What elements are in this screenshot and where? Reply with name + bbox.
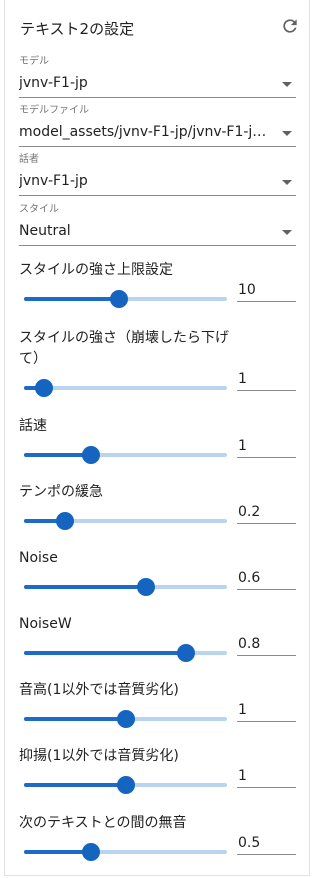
model-dropdown[interactable]: jvnv-F1-jp bbox=[19, 73, 296, 98]
silence-between-texts-input[interactable]: 0.5 bbox=[237, 833, 296, 855]
style-strength-limit-slider-block: スタイルの強さ上限設定 10 bbox=[19, 260, 299, 308]
style-strength-limit-label: スタイルの強さ上限設定 bbox=[19, 262, 173, 278]
style-dropdown[interactable]: Neutral bbox=[19, 221, 296, 246]
intonation-input[interactable]: 1 bbox=[237, 766, 296, 788]
silence-between-texts-label: 次のテキストとの間の無音 bbox=[19, 815, 187, 831]
refresh-icon[interactable] bbox=[280, 16, 300, 36]
model-file-value: model_assets/jvnv-F1-jp/jvnv-F1-jp_e160_… bbox=[19, 124, 274, 140]
noise-w-input[interactable]: 0.8 bbox=[237, 634, 296, 656]
speaker-select: 話者 jvnv-F1-jp bbox=[19, 153, 296, 196]
speed-input[interactable]: 1 bbox=[237, 436, 296, 458]
speed-slider-fill bbox=[24, 453, 91, 457]
intonation-slider-block: 抑揚(1以外では音質劣化) 1 bbox=[19, 746, 299, 794]
intonation-slider-thumb[interactable] bbox=[116, 776, 135, 794]
style-label: スタイル bbox=[19, 204, 59, 215]
model-select: モデル jvnv-F1-jp bbox=[19, 55, 296, 98]
intonation-slider-fill bbox=[24, 783, 126, 787]
style-strength-slider[interactable] bbox=[24, 379, 227, 397]
noise-slider-block: Noise 0.6 bbox=[19, 548, 299, 596]
caret-down-icon bbox=[282, 131, 292, 136]
style-strength-input[interactable]: 1 bbox=[237, 369, 296, 391]
noise-slider-fill bbox=[24, 585, 146, 589]
model-file-dropdown[interactable]: model_assets/jvnv-F1-jp/jvnv-F1-jp_e160_… bbox=[19, 122, 296, 147]
speed-slider-block: 話速 1 bbox=[19, 416, 299, 464]
noise-w-slider-block: NoiseW 0.8 bbox=[19, 614, 299, 662]
pitch-label: 音高(1以外では音質劣化) bbox=[19, 682, 179, 698]
noise-w-slider[interactable] bbox=[24, 644, 227, 662]
speaker-label: 話者 bbox=[19, 154, 39, 165]
panel-title: テキスト2の設定 bbox=[20, 20, 135, 38]
noise-label: Noise bbox=[19, 550, 58, 566]
noise-w-slider-fill bbox=[24, 651, 187, 655]
pitch-slider-block: 音高(1以外では音質劣化) 1 bbox=[19, 680, 299, 728]
model-value: jvnv-F1-jp bbox=[19, 75, 88, 91]
speaker-value: jvnv-F1-jp bbox=[19, 173, 88, 189]
caret-down-icon bbox=[282, 180, 292, 185]
tempo-easing-label: テンポの緩急 bbox=[19, 484, 103, 500]
noise-slider[interactable] bbox=[24, 578, 227, 596]
silence-between-texts-slider[interactable] bbox=[24, 843, 227, 861]
noise-input[interactable]: 0.6 bbox=[237, 568, 296, 590]
tempo-easing-slider-block: テンポの緩急 0.2 bbox=[19, 482, 299, 530]
pitch-input[interactable]: 1 bbox=[237, 700, 296, 722]
speed-slider[interactable] bbox=[24, 446, 227, 464]
model-file-label: モデルファイル bbox=[19, 105, 89, 116]
caret-down-icon bbox=[282, 82, 292, 87]
style-value: Neutral bbox=[19, 223, 71, 239]
intonation-label: 抑揚(1以外では音質劣化) bbox=[19, 748, 179, 764]
speed-slider-thumb[interactable] bbox=[81, 446, 100, 464]
tempo-easing-slider[interactable] bbox=[24, 512, 227, 530]
silence-between-texts-slider-thumb[interactable] bbox=[81, 843, 100, 861]
silence-between-texts-slider-block: 次のテキストとの間の無音 0.5 bbox=[19, 813, 299, 861]
noise-w-label: NoiseW bbox=[19, 616, 72, 632]
pitch-slider[interactable] bbox=[24, 710, 227, 728]
model-label: モデル bbox=[19, 56, 49, 67]
caret-down-icon bbox=[282, 230, 292, 235]
pitch-slider-thumb[interactable] bbox=[116, 710, 135, 728]
panel-header: テキスト2の設定 bbox=[20, 16, 300, 40]
speaker-dropdown[interactable]: jvnv-F1-jp bbox=[19, 171, 296, 196]
style-strength-limit-slider[interactable] bbox=[24, 290, 227, 308]
style-select: スタイル Neutral bbox=[19, 203, 296, 246]
style-strength-limit-input[interactable]: 10 bbox=[237, 280, 296, 302]
style-strength-limit-slider-fill bbox=[24, 297, 120, 301]
tempo-easing-input[interactable]: 0.2 bbox=[237, 502, 296, 524]
intonation-slider[interactable] bbox=[24, 776, 227, 794]
model-file-select: モデルファイル model_assets/jvnv-F1-jp/jvnv-F1-j… bbox=[19, 104, 296, 147]
style-strength-slider-block: スタイルの強さ（崩壊したら下げて） 1 bbox=[19, 328, 299, 397]
tempo-easing-slider-thumb[interactable] bbox=[55, 512, 74, 530]
silence-between-texts-slider-fill bbox=[24, 850, 91, 854]
speed-label: 話速 bbox=[19, 418, 47, 434]
noise-slider-thumb[interactable] bbox=[136, 578, 155, 596]
pitch-slider-fill bbox=[24, 717, 126, 721]
style-strength-label: スタイルの強さ（崩壊したら下げて） bbox=[19, 330, 229, 367]
